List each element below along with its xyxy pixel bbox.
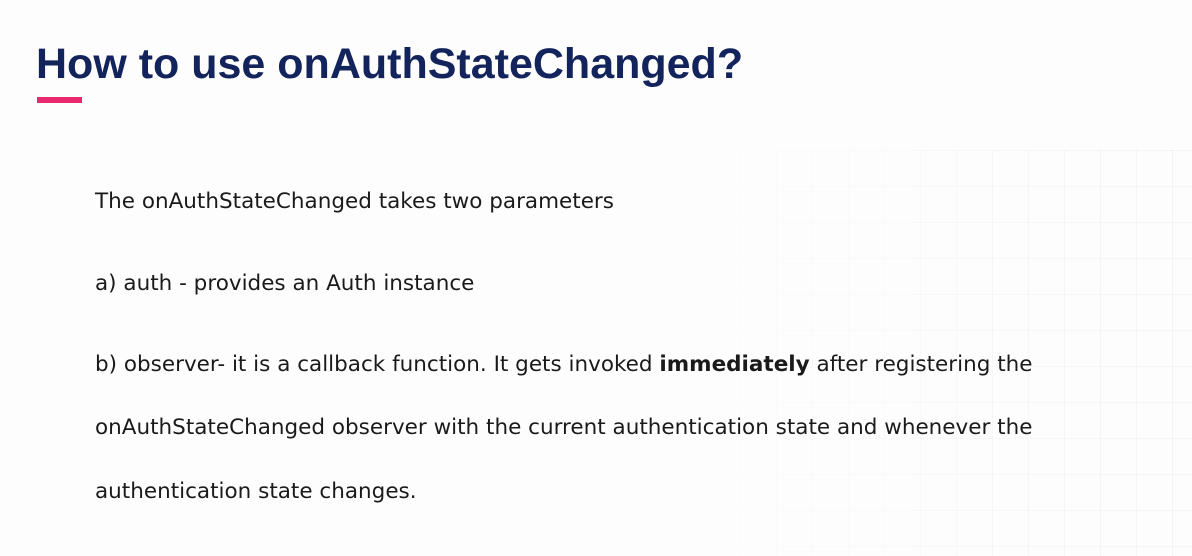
param-b-emphasis: immediately xyxy=(659,352,810,377)
title-accent-bar xyxy=(37,97,82,103)
param-b-line-2: onAuthStateChanged observer with the cur… xyxy=(95,415,1033,440)
intro-text: The onAuthStateChanged takes two paramet… xyxy=(95,189,614,214)
param-b-line-1: b) observer- it is a callback function. … xyxy=(95,351,1032,379)
param-b-line-3: authentication state changes. xyxy=(95,479,417,504)
param-b-prefix: b) observer- it is a callback function. … xyxy=(95,352,660,377)
param-a-text: a) auth - provides an Auth instance xyxy=(95,271,475,296)
slide-title: How to use onAuthStateChanged? xyxy=(36,40,744,88)
param-b-suffix: after registering the xyxy=(809,352,1033,377)
slide: How to use onAuthStateChanged? The onAut… xyxy=(0,0,1192,556)
